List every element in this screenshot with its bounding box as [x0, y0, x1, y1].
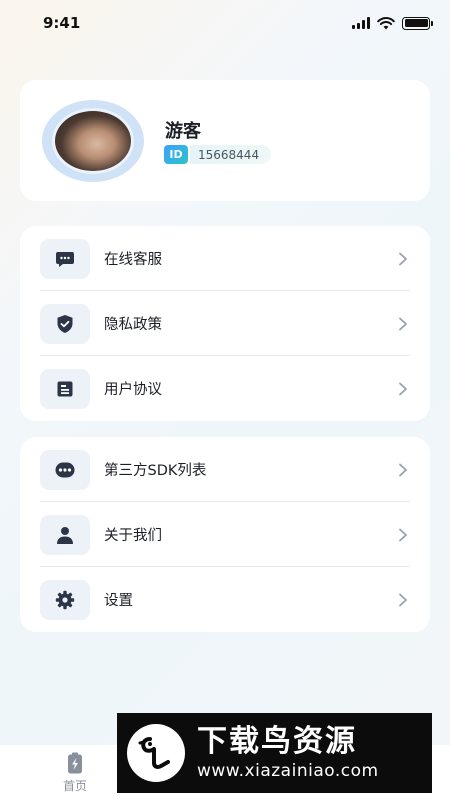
chevron-right-icon [399, 317, 407, 330]
watermark-banner: 下载鸟资源 www.xiazainiao.com [117, 713, 432, 793]
chevron-right-icon [399, 382, 407, 395]
wifi-icon [377, 16, 395, 29]
more-dots-icon [55, 462, 75, 477]
user-id-value: 15668444 [190, 145, 272, 164]
icon-box [40, 579, 90, 620]
avatar[interactable] [52, 108, 134, 174]
watermark-text: 下载鸟资源 www.xiazainiao.com [197, 724, 379, 782]
tab-label: 首页 [62, 779, 87, 793]
menu-item-online-service[interactable]: 在线客服 [40, 226, 410, 291]
menu-item-label: 设置 [104, 593, 133, 609]
person-icon [57, 526, 73, 544]
icon-box [40, 368, 90, 409]
chat-icon [56, 251, 74, 267]
icon-box [40, 449, 90, 490]
menu-item-user-agreement[interactable]: 用户协议 [40, 356, 410, 421]
icon-box [40, 303, 90, 344]
user-id-row: ID 15668444 [164, 145, 272, 164]
menu-card-primary: 在线客服 隐私政策 用户协议 [20, 226, 430, 421]
menu-card-secondary: 第三方SDK列表 关于我们 设置 [20, 437, 430, 632]
chevron-right-icon [399, 252, 407, 265]
profile-card[interactable]: 游客 ID 15668444 [20, 80, 430, 201]
status-icons [352, 16, 433, 30]
menu-item-third-party-sdk[interactable]: 第三方SDK列表 [40, 437, 410, 502]
cellular-signal-icon [352, 17, 370, 29]
menu-item-label: 用户协议 [104, 382, 162, 398]
chevron-right-icon [399, 528, 407, 541]
chevron-right-icon [399, 463, 407, 476]
bird-logo-icon [127, 724, 185, 782]
menu-item-label: 在线客服 [104, 252, 162, 268]
watermark-title: 下载鸟资源 [197, 724, 357, 759]
gear-icon [55, 590, 75, 609]
menu-item-privacy-policy[interactable]: 隐私政策 [40, 291, 410, 356]
menu-item-label: 关于我们 [104, 528, 162, 544]
watermark-url: www.xiazainiao.com [197, 761, 379, 781]
icon-box [40, 514, 90, 555]
status-bar: 9:41 [0, 0, 450, 46]
shield-icon [57, 314, 73, 333]
status-time: 9:41 [43, 14, 81, 32]
battery-icon [402, 16, 433, 30]
menu-item-settings[interactable]: 设置 [40, 567, 410, 632]
chevron-right-icon [399, 593, 407, 606]
document-icon [57, 381, 73, 396]
menu-item-label: 第三方SDK列表 [104, 463, 207, 479]
menu-item-label: 隐私政策 [104, 317, 162, 333]
id-badge: ID [164, 145, 188, 164]
battery-bolt-icon [68, 752, 82, 774]
username: 游客 [165, 121, 201, 142]
icon-box [40, 238, 90, 279]
menu-item-about-us[interactable]: 关于我们 [40, 502, 410, 567]
avatar-ring [42, 100, 144, 182]
